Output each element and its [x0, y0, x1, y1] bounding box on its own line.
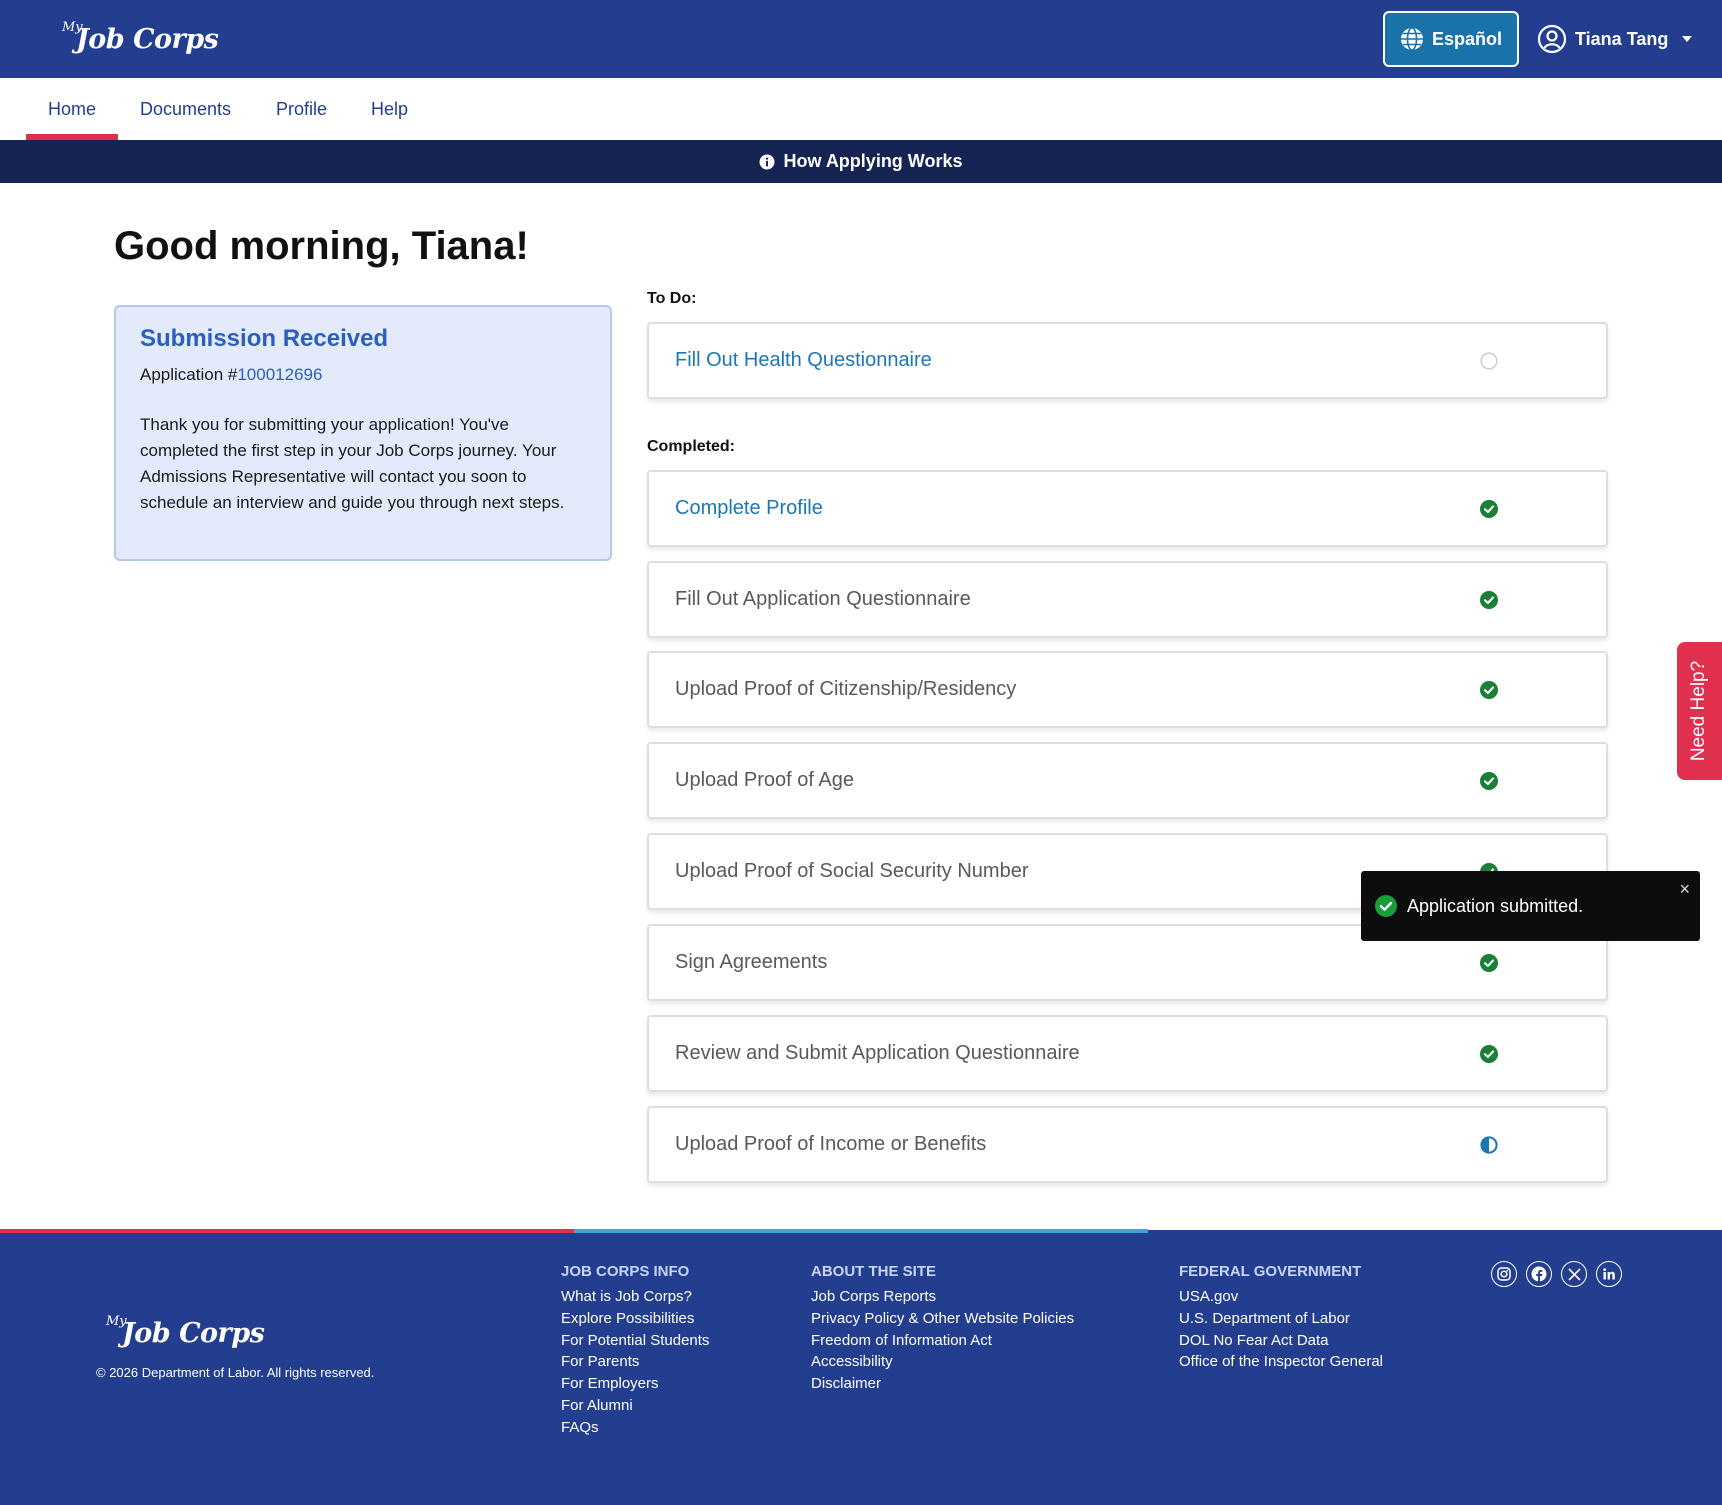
footer-link[interactable]: Office of the Inspector General [1179, 1351, 1383, 1373]
copyright: © 2026 Department of Labor. All rights r… [96, 1365, 375, 1380]
footer-link[interactable]: Privacy Policy & Other Website Policies [811, 1308, 1074, 1330]
page-title: Good morning, Tiana! [114, 224, 529, 268]
logo-text: Job Corps [76, 24, 219, 55]
check-circle-icon [1480, 1045, 1498, 1063]
footer-link[interactable]: For Employers [561, 1373, 709, 1395]
task-label: Upload Proof of Income or Benefits [675, 1133, 987, 1155]
instagram-icon[interactable] [1491, 1261, 1517, 1287]
social-links [1491, 1261, 1622, 1287]
tab-documents[interactable]: Documents [140, 78, 231, 140]
check-circle-icon [1375, 895, 1397, 917]
todo-heading: To Do: [647, 290, 697, 307]
footer-link[interactable]: For Parents [561, 1351, 709, 1373]
task-label: Upload Proof of Age [675, 769, 855, 791]
task-label: Upload Proof of Social Security Number [675, 860, 1029, 882]
close-icon[interactable]: × [1679, 879, 1690, 900]
tab-help[interactable]: Help [371, 78, 408, 140]
application-prefix: Application # [140, 365, 238, 384]
user-menu[interactable]: Tiana Tang [1537, 20, 1693, 58]
tab-home[interactable]: Home [25, 78, 119, 140]
success-toast: Application submitted. × [1361, 871, 1700, 941]
tab-profile[interactable]: Profile [276, 78, 327, 140]
linkedin-icon[interactable] [1596, 1261, 1622, 1287]
footer-link[interactable]: FAQs [561, 1417, 709, 1439]
footer-column-job-corps-info: JOB CORPS INFO What is Job Corps? Explor… [561, 1263, 709, 1439]
footer-link[interactable]: Job Corps Reports [811, 1286, 1074, 1308]
how-applying-works-bar[interactable]: How Applying Works [0, 140, 1722, 183]
need-help-tab[interactable]: Need Help? [1677, 642, 1722, 780]
chevron-down-icon [1682, 36, 1693, 42]
footer-logo-text: Job Corps [122, 1318, 265, 1349]
footer-stripe-blue [574, 1229, 1148, 1233]
globe-icon [1400, 27, 1423, 51]
footer-column-about-the-site: ABOUT THE SITE Job Corps Reports Privacy… [811, 1263, 1074, 1395]
application-number-line: Application #100012696 [140, 365, 586, 385]
check-circle-icon [1480, 954, 1498, 972]
task-item[interactable]: Upload Proof of Citizenship/Residency [647, 651, 1608, 728]
submission-card-title: Submission Received [140, 325, 389, 352]
task-item[interactable]: Upload Proof of Age [647, 742, 1608, 819]
need-help-label: Need Help? [1688, 660, 1710, 762]
footer-link[interactable]: Freedom of Information Act [811, 1330, 1074, 1352]
check-circle-icon [1480, 591, 1498, 609]
footer-link[interactable]: DOL No Fear Act Data [1179, 1330, 1383, 1352]
how-applying-works-label: How Applying Works [783, 151, 963, 171]
footer-stripe-red [0, 1229, 574, 1233]
x-twitter-icon[interactable] [1561, 1261, 1587, 1287]
task-label: Complete Profile [675, 497, 823, 519]
footer-link[interactable]: U.S. Department of Labor [1179, 1308, 1383, 1330]
footer-link[interactable]: What is Job Corps? [561, 1286, 709, 1308]
language-toggle-button[interactable]: Español [1383, 11, 1519, 67]
task-label: Sign Agreements [675, 951, 828, 973]
completed-heading: Completed: [647, 438, 735, 455]
footer-column-federal-government: FEDERAL GOVERNMENT USA.gov U.S. Departme… [1179, 1263, 1383, 1373]
footer-heading: JOB CORPS INFO [561, 1263, 690, 1280]
language-button-label: Español [1431, 28, 1502, 49]
info-icon [759, 154, 775, 169]
footer-link[interactable]: Accessibility [811, 1351, 1074, 1373]
task-item[interactable]: Fill Out Health Questionnaire [647, 322, 1608, 399]
footer-heading: ABOUT THE SITE [811, 1263, 937, 1280]
footer-heading: FEDERAL GOVERNMENT [1179, 1263, 1362, 1280]
footer-link[interactable]: Disclaimer [811, 1373, 1074, 1395]
top-header: My Job Corps Español Tiana Tang [0, 0, 1722, 78]
task-label: Review and Submit Application Questionna… [675, 1042, 1080, 1064]
toast-message: Application submitted. [1407, 895, 1584, 916]
application-number: 100012696 [237, 365, 323, 384]
check-circle-icon [1480, 681, 1498, 699]
footer-link[interactable]: For Alumni [561, 1395, 709, 1417]
user-name: Tiana Tang [1575, 28, 1669, 49]
footer-link[interactable]: USA.gov [1179, 1286, 1383, 1308]
task-item[interactable]: Fill Out Application Questionnaire [647, 561, 1608, 638]
not-started-circle-icon [1480, 352, 1498, 370]
user-circle-icon [1537, 24, 1567, 54]
footer-link[interactable]: Explore Possibilities [561, 1308, 709, 1330]
task-label: Fill Out Application Questionnaire [675, 588, 971, 610]
check-circle-icon [1480, 500, 1498, 518]
task-label: Upload Proof of Citizenship/Residency [675, 678, 1017, 700]
main-nav: Home Documents Profile Help [0, 78, 1722, 140]
task-item[interactable]: Upload Proof of Income or Benefits [647, 1106, 1608, 1183]
in-progress-half-circle-icon [1480, 1136, 1498, 1154]
submission-card-message: Thank you for submitting your applicatio… [140, 415, 565, 512]
task-item[interactable]: Complete Profile [647, 470, 1608, 547]
check-circle-icon [1480, 772, 1498, 790]
facebook-icon[interactable] [1526, 1261, 1552, 1287]
task-label: Fill Out Health Questionnaire [675, 349, 932, 371]
footer-link[interactable]: For Potential Students [561, 1330, 709, 1352]
submission-received-card: Submission Received Application #1000126… [114, 305, 612, 561]
task-item[interactable]: Review and Submit Application Questionna… [647, 1015, 1608, 1092]
